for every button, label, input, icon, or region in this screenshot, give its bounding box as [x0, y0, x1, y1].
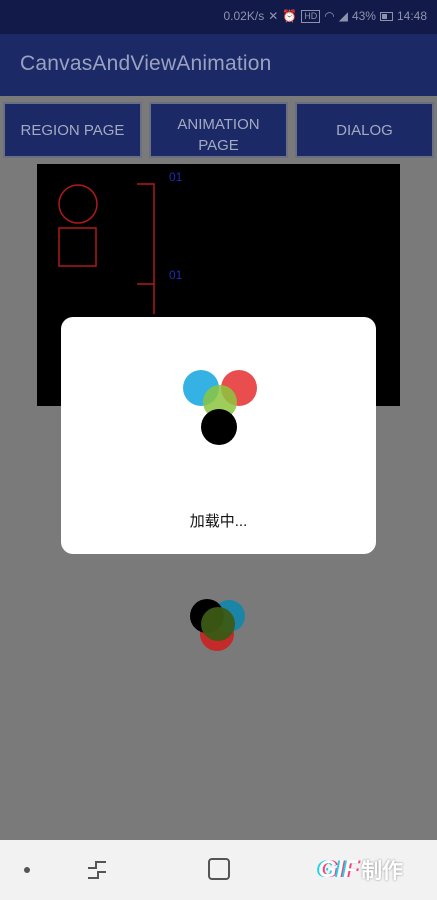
canvas-label-top: 01	[169, 170, 183, 184]
clock: 14:48	[396, 9, 427, 23]
nav-dot-icon[interactable]	[24, 867, 30, 873]
navigation-bar: GIF 制作	[0, 840, 437, 900]
app-title: CanvasAndViewAnimation	[20, 52, 272, 75]
loading-message: 加载中...	[189, 513, 248, 530]
app-bar: CanvasAndViewAnimation	[0, 34, 437, 96]
gif-logo: GIF	[318, 856, 358, 883]
status-bar: 0.02K/s ✕ ⏰ HD ◠ ◢ 43% 14:48	[0, 0, 437, 34]
status-icons: 0.02K/s ✕ ⏰ HD ◠ ◢ 43% 14:48	[224, 9, 428, 23]
mute-icon: ✕	[268, 9, 279, 23]
tab-row: REGION PAGE ANIMATION PAGE DIALOG	[0, 96, 437, 164]
background-spinner-icon	[190, 599, 245, 651]
spinner-black-dot	[201, 409, 237, 445]
canvas-bracket	[137, 183, 155, 285]
dialog-button[interactable]: DIALOG	[295, 102, 434, 158]
canvas-circle	[58, 184, 98, 224]
signal-icon: ◢	[338, 9, 348, 23]
battery-percent: 43%	[351, 9, 376, 23]
animation-page-button[interactable]: ANIMATION PAGE	[149, 102, 288, 158]
loading-spinner-icon	[183, 370, 257, 445]
network-speed: 0.02K/s	[223, 9, 265, 23]
home-button-icon[interactable]	[208, 858, 230, 880]
loading-dialog: 加载中...	[61, 317, 376, 554]
gif-watermark-text: 制作	[361, 860, 403, 883]
region-page-button[interactable]: REGION PAGE	[3, 102, 142, 158]
wifi-icon: ◠	[324, 9, 335, 23]
battery-icon	[379, 11, 393, 21]
animation-page-label-line2: PAGE	[198, 137, 239, 154]
recent-apps-icon[interactable]	[86, 860, 108, 880]
region-page-label: REGION PAGE	[20, 122, 125, 139]
hd-badge: HD	[301, 9, 321, 23]
dialog-label: DIALOG	[336, 122, 393, 139]
gif-watermark: GIF 制作	[318, 854, 403, 886]
canvas-label-mid: 01	[169, 268, 183, 282]
animation-page-label-line1: ANIMATION	[177, 116, 260, 133]
alarm-icon: ⏰	[282, 9, 298, 23]
bg-spinner-green-dot	[201, 607, 235, 641]
canvas-rect	[58, 227, 97, 267]
